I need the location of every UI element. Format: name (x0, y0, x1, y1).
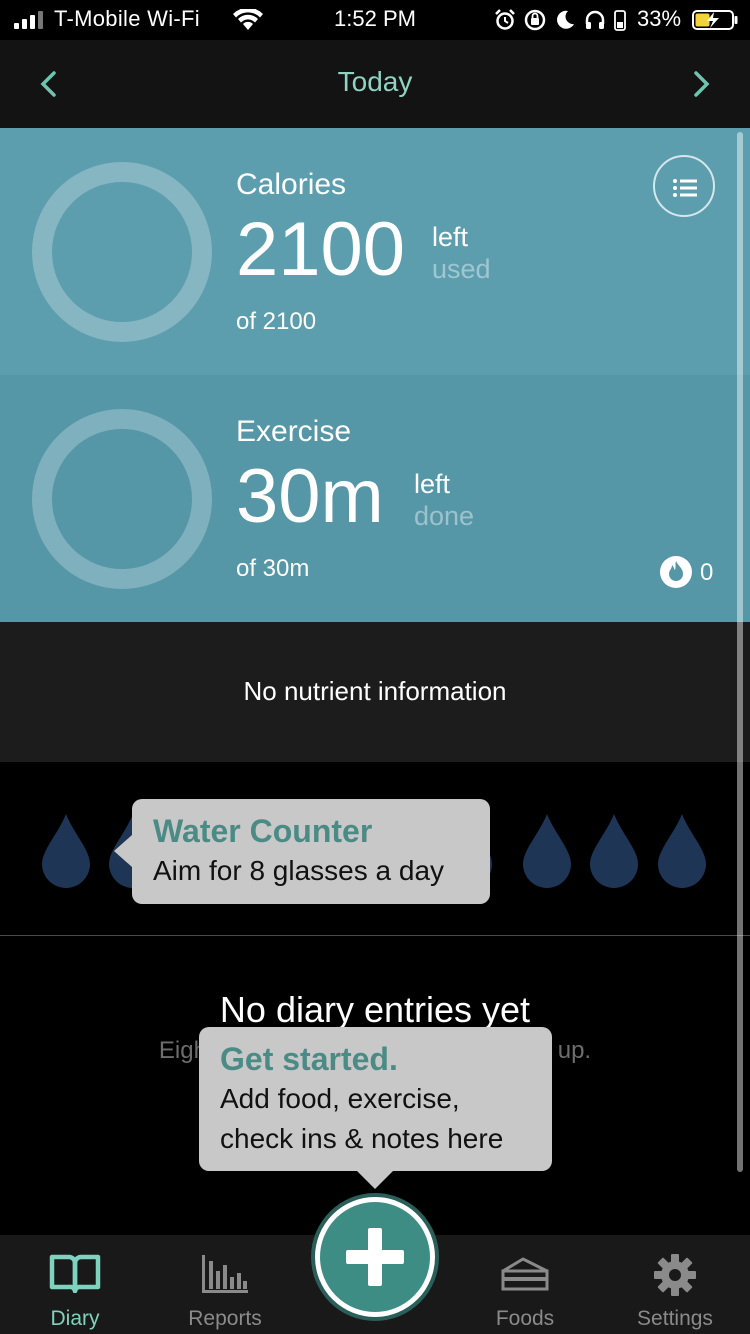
tab-diary[interactable]: Diary (0, 1235, 150, 1334)
diary-empty-state: No diary entries yet Eighty percent of s… (0, 937, 750, 1235)
add-entry-button[interactable] (315, 1197, 435, 1317)
exercise-done-label: done (414, 501, 475, 531)
water-counter: Water Counter Aim for 8 glasses a day (0, 762, 750, 936)
exercise-progress-ring (32, 409, 212, 589)
tab-settings[interactable]: Settings (600, 1235, 750, 1334)
water-drop-icon[interactable] (656, 812, 708, 890)
tab-reports-label: Reports (188, 1307, 262, 1330)
calories-label: Calories (236, 168, 347, 201)
calories-left-label: left (432, 222, 469, 252)
alarm-icon (495, 9, 515, 30)
water-drop-icon[interactable] (588, 812, 640, 890)
date-header: Today (0, 40, 750, 128)
exercise-label: Exercise (236, 415, 352, 448)
book-icon (49, 1254, 101, 1293)
cake-icon (501, 1257, 549, 1291)
water-drop-icon[interactable] (521, 812, 573, 890)
burn-count: 0 (700, 559, 714, 586)
calories-goal: of 2100 (236, 308, 317, 335)
list-icon (673, 179, 697, 197)
water-drop-icon[interactable] (40, 812, 92, 890)
exercise-goal: of 30m (236, 555, 310, 582)
headphones-icon (585, 10, 605, 29)
details-list-button[interactable] (653, 155, 715, 217)
moon-icon (557, 10, 574, 29)
status-bar: T-Mobile Wi-Fi 1:52 PM 33% (0, 0, 750, 40)
get-started-line-1: Add food, exercise, (220, 1083, 460, 1114)
calories-left-value: 2100 (236, 207, 406, 292)
get-started-tooltip[interactable]: Get started. Add food, exercise, check i… (199, 1027, 552, 1189)
bar-chart-icon (202, 1255, 248, 1293)
nutrient-empty-text: No nutrient information (243, 676, 507, 706)
battery-small-icon (614, 10, 626, 31)
exercise-panel[interactable]: Exercise 30m left done of 30m 0 (0, 375, 750, 622)
tab-foods[interactable]: Foods (450, 1235, 600, 1334)
tab-settings-label: Settings (637, 1307, 713, 1330)
nutrient-section[interactable]: No nutrient information (0, 622, 750, 762)
exercise-left-label: left (414, 469, 451, 499)
water-tooltip-title: Water Counter (153, 813, 373, 849)
exercise-left-value: 30m (236, 454, 384, 539)
calories-panel[interactable]: Calories 2100 left used of 2100 (0, 128, 750, 375)
water-counter-tooltip[interactable]: Water Counter Aim for 8 glasses a day (114, 799, 490, 904)
gear-icon (654, 1254, 696, 1296)
scrollbar[interactable] (737, 132, 743, 1172)
battery-percent: 33% (637, 6, 682, 31)
get-started-line-2: check ins & notes here (220, 1123, 504, 1154)
plus-icon (346, 1228, 404, 1286)
battery-charging-icon (692, 10, 738, 30)
get-started-title: Get started. (220, 1041, 398, 1077)
tab-foods-label: Foods (495, 1307, 555, 1330)
diary-empty-title: No diary entries yet (219, 989, 531, 1030)
chevron-right-icon[interactable] (688, 70, 714, 98)
calories-used-label: used (432, 254, 491, 284)
calories-progress-ring (32, 162, 212, 342)
tab-diary-label: Diary (50, 1307, 100, 1330)
flame-icon (660, 556, 692, 588)
rotation-lock-icon (524, 9, 546, 31)
date-title[interactable]: Today (0, 66, 750, 98)
water-tooltip-body: Aim for 8 glasses a day (153, 855, 445, 886)
status-icons (494, 8, 626, 32)
tab-reports[interactable]: Reports (150, 1235, 300, 1334)
